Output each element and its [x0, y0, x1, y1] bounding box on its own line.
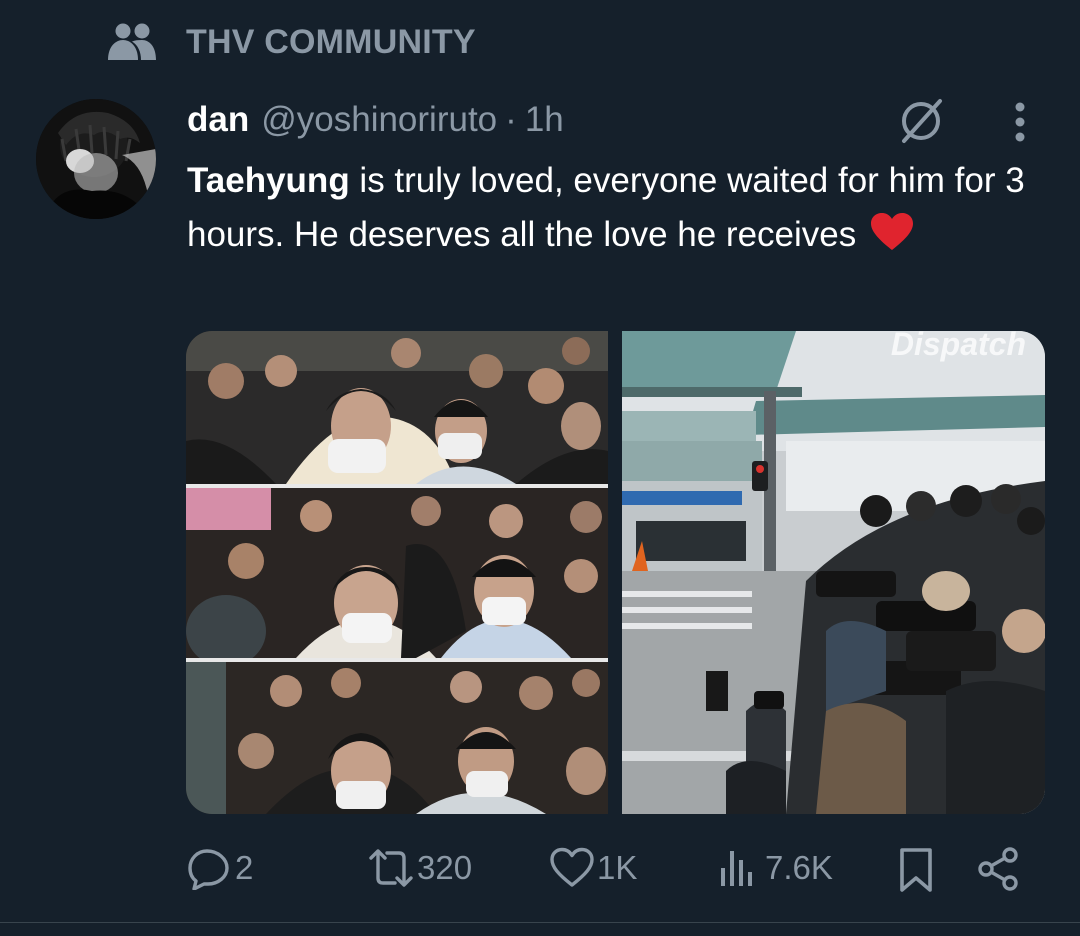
action-bar: 2 320 1K 7.6K: [0, 840, 1080, 900]
community-name: THV COMMUNITY: [186, 22, 476, 61]
like-count: 1K: [597, 849, 638, 886]
red-heart-emoji: [870, 213, 913, 250]
retweet-button[interactable]: 320: [367, 846, 472, 890]
reply-button[interactable]: 2: [187, 846, 253, 890]
bookmark-button[interactable]: [896, 846, 936, 894]
views-icon: [721, 851, 752, 886]
tweet-media[interactable]: Dispatch: [186, 331, 1045, 814]
tweet-text-bold: Taehyung: [187, 161, 350, 200]
tweet-header: dan @yoshinoriruto · 1h: [187, 96, 564, 144]
author-name[interactable]: dan: [187, 100, 249, 140]
media-photo-left[interactable]: [186, 331, 608, 814]
grok-icon[interactable]: [896, 96, 946, 146]
header-separator: ·: [505, 100, 517, 139]
tweet-timestamp[interactable]: 1h: [525, 100, 564, 140]
views-button[interactable]: 7.6K: [717, 846, 833, 890]
tweet-text: Taehyung is truly loved, everyone waited…: [187, 154, 1047, 262]
reply-count: 2: [235, 849, 254, 886]
reply-icon: [188, 849, 229, 890]
avatar[interactable]: [36, 99, 156, 219]
retweet-count: 320: [417, 849, 473, 886]
media-photo-right[interactable]: [622, 331, 1045, 814]
people-icon: [108, 23, 156, 60]
more-icon[interactable]: [1008, 100, 1032, 144]
community-header[interactable]: THV COMMUNITY: [108, 20, 476, 64]
tweet-divider: [0, 922, 1080, 923]
views-count: 7.6K: [765, 849, 833, 886]
share-icon: [978, 847, 1018, 891]
retweet-icon: [369, 849, 413, 887]
bookmark-icon: [900, 848, 932, 892]
author-handle[interactable]: @yoshinoriruto: [261, 100, 497, 140]
share-button[interactable]: [976, 846, 1022, 892]
like-button[interactable]: 1K: [549, 846, 637, 890]
heart-icon: [550, 847, 594, 887]
media-watermark: Dispatch: [891, 331, 1026, 362]
